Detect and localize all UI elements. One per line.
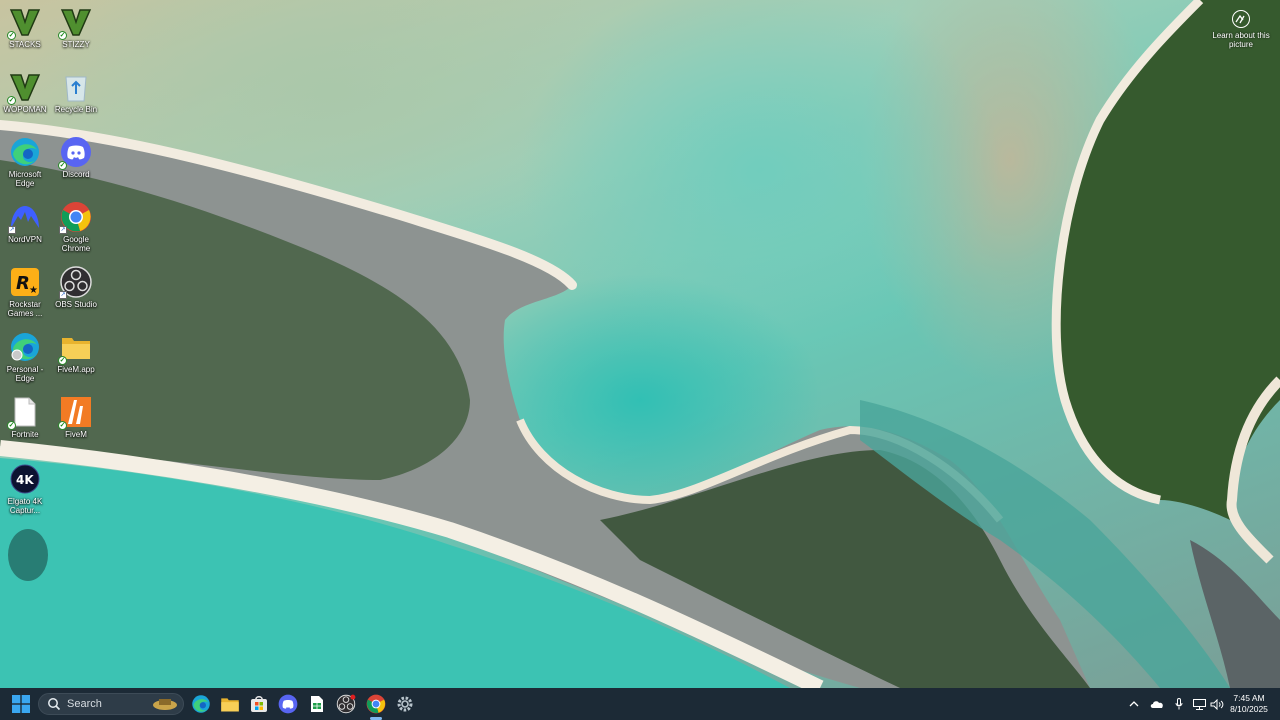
camera-icon [1232, 10, 1250, 28]
taskbar-discord-button[interactable] [276, 692, 300, 716]
taskbar-search-box[interactable]: Search [38, 693, 184, 715]
sync-status-icon: ✓ [58, 31, 67, 40]
taskbar-file-explorer-button[interactable] [218, 692, 242, 716]
desktop-icon-label: STIZZY [62, 40, 90, 49]
shortcut-arrow-icon: ↗ [8, 226, 16, 234]
desktop-icon-label: OBS Studio [55, 300, 97, 309]
learn-about-label: Learn about this picture [1212, 31, 1270, 49]
document-icon: ✓ [7, 396, 41, 430]
spreadsheet-icon [311, 696, 323, 712]
desktop-icon-microsoft-edge[interactable]: Microsoft Edge [0, 136, 50, 188]
chevron-up-icon [1129, 701, 1139, 707]
svg-text:R: R [16, 273, 30, 294]
nordvpn-icon: ↗ [8, 201, 41, 234]
sync-status-icon: ✓ [58, 356, 67, 365]
sync-status-icon: ✓ [58, 421, 67, 430]
taskbar-clock[interactable]: 7:45 AM 8/10/2025 [1224, 693, 1274, 715]
taskbar-sheets-button[interactable] [305, 692, 329, 716]
desktop-icon-elgato-4k-capture[interactable]: 4K Elgato 4K Captur... [0, 463, 50, 515]
recycle-bin-icon [60, 71, 92, 103]
desktop-icon-label: Personal - Edge [6, 365, 44, 383]
desktop-icon-label: Microsoft Edge [8, 170, 42, 188]
svg-text:★: ★ [29, 285, 38, 296]
desktop-icon-label: NordVPN [8, 235, 42, 244]
speaker-icon [1210, 698, 1224, 710]
desktop-icon-label: Recycle Bin [54, 105, 98, 114]
desktop-icon-wopoman[interactable]: ✓ WOPOMAN [0, 71, 50, 114]
desktop-icon-label: Elgato 4K Captur... [7, 497, 43, 515]
v-logo-icon: ✓ [7, 71, 41, 105]
desktop-icon-discord[interactable]: ✓ Discord [51, 136, 101, 179]
show-hidden-icons-button[interactable] [1126, 700, 1142, 708]
network-icon [1192, 698, 1206, 710]
folder-icon [221, 698, 239, 712]
sync-status-icon: ✓ [58, 161, 67, 170]
sync-status-icon: ✓ [7, 96, 16, 105]
system-tray [1126, 688, 1226, 720]
onedrive-button[interactable] [1146, 700, 1168, 709]
learn-about-picture-button[interactable]: Learn about this picture [1212, 10, 1270, 49]
desktop-icon-google-chrome[interactable]: ↗ Google Chrome [51, 201, 101, 253]
folder-icon: ✓ [58, 331, 92, 365]
desktop-icon-fivem[interactable]: ✓ FiveM [51, 396, 101, 439]
taskbar-chrome-button[interactable] [364, 692, 388, 720]
desktop-wallpaper [0, 0, 1280, 688]
sync-status-icon: ✓ [7, 421, 16, 430]
search-icon [48, 698, 61, 711]
desktop-icon-stizzy[interactable]: ✓ STIZZY [51, 6, 101, 49]
rockstar-icon: R ★ [9, 266, 41, 298]
desktop-icon-label: WOPOMAN [3, 105, 47, 114]
desktop-icon-label: Rockstar Games ... [7, 300, 43, 318]
taskbar-obs-button[interactable] [334, 692, 358, 716]
shortcut-arrow-icon: ↗ [59, 226, 67, 234]
gear-icon [397, 696, 413, 712]
search-placeholder: Search [67, 698, 102, 710]
desktop-icon-nordvpn[interactable]: ↗ NordVPN [0, 201, 50, 244]
desktop-icon-fivem-app[interactable]: ✓ FiveM.app [51, 331, 101, 374]
taskbar-store-button[interactable] [247, 692, 271, 716]
v-logo-icon: ✓ [58, 6, 92, 40]
network-button[interactable] [1190, 698, 1208, 710]
desktop-icon-personal-edge[interactable]: Personal - Edge [0, 331, 50, 383]
desktop-icon-label: Discord [62, 170, 90, 179]
edge-icon [9, 331, 41, 363]
cloud-icon [1150, 700, 1163, 708]
chrome-icon: ↗ [59, 201, 92, 234]
discord-icon: ✓ [58, 136, 92, 170]
desktop-icon-label: STACKS [9, 40, 41, 49]
desktop-icon-rockstar-games[interactable]: R ★ Rockstar Games ... [0, 266, 50, 318]
clock-date: 8/10/2025 [1230, 704, 1268, 714]
desktop-icon-stacks[interactable]: ✓ STACKS [0, 6, 50, 49]
taskbar: Search 7:45 AM 8/10/2025 [0, 688, 1280, 720]
elgato-4k-icon: 4K [9, 463, 41, 495]
search-highlight-icon [153, 699, 177, 710]
desktop-icon-obs-studio[interactable]: ↗ OBS Studio [51, 266, 101, 309]
desktop-icon-label: Google Chrome [61, 235, 91, 253]
edge-icon [192, 695, 210, 713]
obs-icon: ↗ [59, 266, 92, 299]
desktop-icon-recycle-bin[interactable]: Recycle Bin [51, 71, 101, 114]
desktop-icon-label: FiveM [65, 430, 87, 439]
desktop-icon-fortnite[interactable]: ✓ Fortnite [0, 396, 50, 439]
desktop-icon-label: Fortnite [11, 430, 39, 439]
clock-time: 7:45 AM [1233, 693, 1265, 703]
svg-text:4K: 4K [16, 473, 34, 487]
discord-icon [278, 694, 298, 714]
sync-status-icon: ✓ [7, 31, 16, 40]
shortcut-arrow-icon: ↗ [59, 291, 67, 299]
taskbar-settings-button[interactable] [393, 692, 417, 716]
edge-icon [9, 136, 41, 168]
windows-logo-icon [12, 695, 30, 713]
fivem-icon: ✓ [58, 396, 92, 430]
microphone-icon [1175, 698, 1183, 710]
wallpaper-art [0, 0, 1280, 688]
microphone-button[interactable] [1168, 698, 1190, 710]
store-icon [251, 696, 267, 712]
start-button[interactable] [9, 692, 33, 716]
obs-icon [336, 694, 356, 714]
taskbar-edge-button[interactable] [189, 692, 213, 716]
desktop-icon-label: FiveM.app [57, 365, 95, 374]
v-logo-icon: ✓ [7, 6, 41, 40]
chrome-icon [366, 694, 386, 714]
